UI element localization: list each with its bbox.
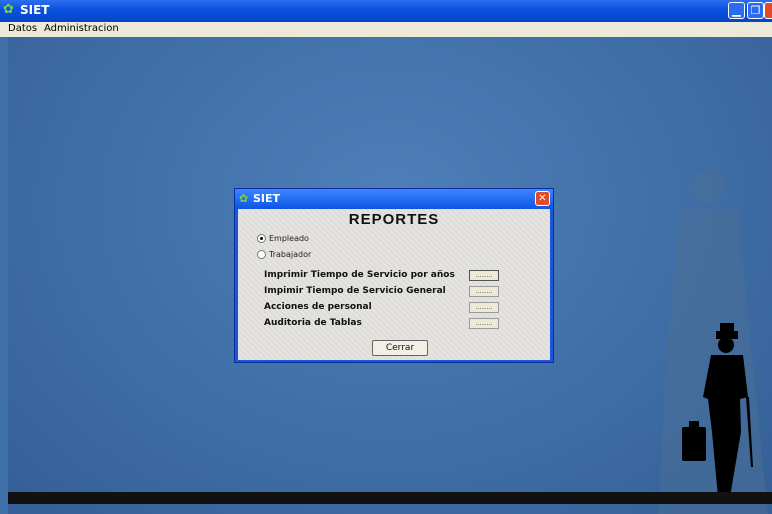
report-label-servicio-por-anos: Imprimir Tiempo de Servicio por años	[264, 270, 455, 280]
dialog-app-icon: ✿	[239, 192, 249, 205]
restore-icon: ❐	[750, 4, 761, 17]
ground-bar	[8, 492, 772, 504]
report-label-auditoria-tablas: Auditoria de Tablas	[264, 318, 362, 328]
menu-bar: Datos Administracion	[0, 22, 772, 37]
dialog-title: SIET	[253, 192, 281, 205]
cerrar-button[interactable]: Cerrar	[372, 340, 428, 356]
report-button-auditoria-tablas[interactable]: ........	[469, 318, 499, 329]
radio-empleado[interactable]: Empleado	[257, 234, 309, 243]
close-button[interactable]	[764, 2, 772, 19]
radio-empleado-label: Empleado	[269, 234, 309, 243]
dialog-close-button[interactable]: ✕	[535, 191, 550, 206]
app-titlebar[interactable]: ✿ SIET ▁ ❐	[0, 0, 772, 22]
close-icon: ✕	[538, 193, 547, 204]
app-title: SIET	[20, 3, 50, 17]
restore-button[interactable]: ❐	[747, 2, 764, 19]
report-button-servicio-general[interactable]: ........	[469, 286, 499, 297]
reportes-dialog: ✿ SIET ✕ REPORTES Empleado Trabajador Im…	[234, 188, 554, 363]
report-label-acciones-personal: Acciones de personal	[264, 302, 372, 312]
menu-datos[interactable]: Datos	[8, 23, 37, 34]
radio-checked-icon	[257, 234, 266, 243]
report-button-servicio-por-anos[interactable]: ........	[469, 270, 499, 281]
radio-unchecked-icon	[257, 250, 266, 259]
app-icon: ✿	[3, 2, 14, 17]
report-button-acciones-personal[interactable]: ........	[469, 302, 499, 313]
dialog-body: REPORTES Empleado Trabajador Imprimir Ti…	[238, 209, 550, 360]
dialog-heading: REPORTES	[348, 211, 440, 228]
menu-administracion[interactable]: Administracion	[44, 23, 119, 34]
minimize-button[interactable]: ▁	[728, 2, 745, 19]
dialog-titlebar[interactable]: ✿ SIET ✕	[235, 189, 553, 209]
radio-trabajador-label: Trabajador	[269, 250, 312, 259]
minimize-icon: ▁	[732, 4, 741, 17]
radio-trabajador[interactable]: Trabajador	[257, 250, 311, 259]
report-label-servicio-general: Impimir Tiempo de Servicio General	[264, 286, 446, 296]
